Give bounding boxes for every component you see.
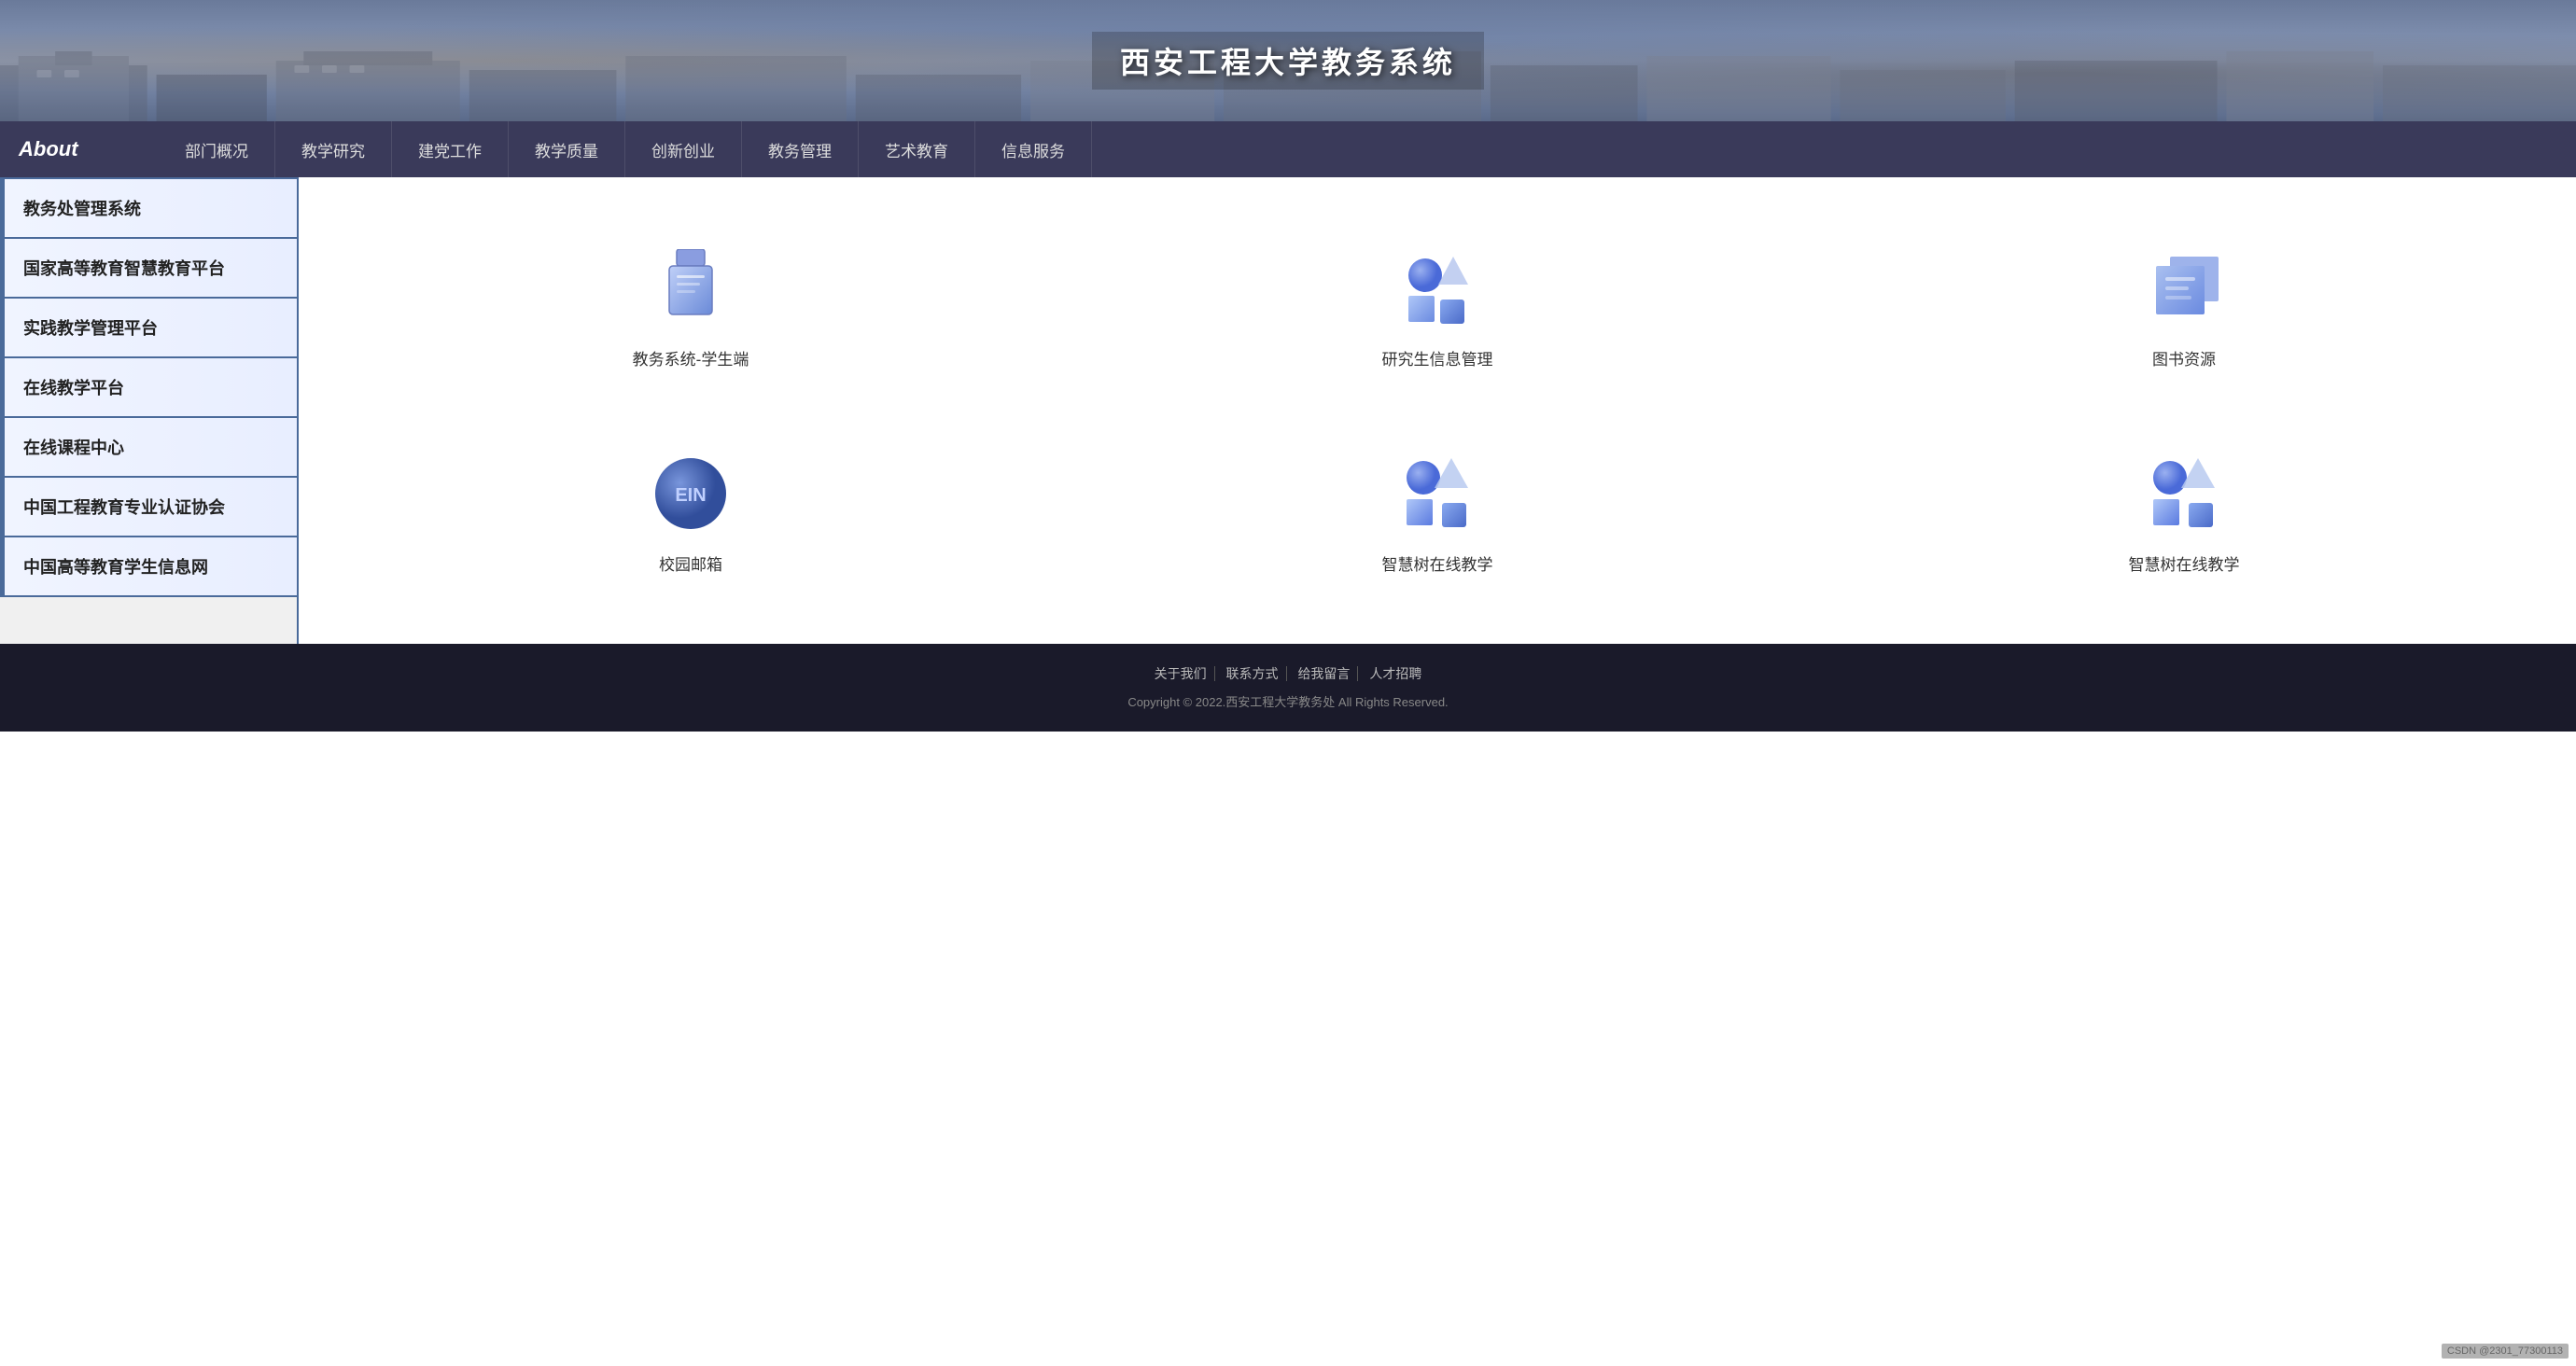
footer-message[interactable]: 给我留言 xyxy=(1290,666,1358,681)
nav-innovation[interactable]: 创新创业 xyxy=(625,121,742,177)
email-icon: EIN xyxy=(644,453,737,537)
nav-art[interactable]: 艺术教育 xyxy=(859,121,975,177)
smart-icon-2 xyxy=(2137,453,2231,537)
portal-graduate-info[interactable]: 研究生信息管理 xyxy=(1064,205,1811,411)
nav-quality[interactable]: 教学质量 xyxy=(509,121,625,177)
main-content: 教务处管理系统 国家高等教育智慧教育平台 实践教学管理平台 在线教学平台 在线课… xyxy=(0,177,2576,644)
academic-icon xyxy=(644,247,737,331)
page-title: 西安工程大学教务系统 xyxy=(1092,32,1484,90)
portal-smart-tree-2-label: 智慧树在线教学 xyxy=(2129,551,2240,575)
portal-academic-label: 教务系统-学生端 xyxy=(633,346,749,369)
footer-contact[interactable]: 联系方式 xyxy=(1219,666,1287,681)
nav-party[interactable]: 建党工作 xyxy=(392,121,509,177)
navbar-links: 部门概况 教学研究 建党工作 教学质量 创新创业 教务管理 艺术教育 信息服务 xyxy=(159,121,2557,177)
about-label: About xyxy=(19,137,131,161)
navbar: About 部门概况 教学研究 建党工作 教学质量 创新创业 教务管理 艺术教育… xyxy=(0,121,2576,177)
portal-smart-tree-1-label: 智慧树在线教学 xyxy=(1382,551,1493,575)
nav-management[interactable]: 教务管理 xyxy=(742,121,859,177)
portal-academic-system[interactable]: 教务系统-学生端 xyxy=(317,205,1064,411)
portal-area: 教务系统-学生端 xyxy=(299,177,2576,644)
portal-email-label: 校园邮箱 xyxy=(659,551,722,575)
nav-teaching[interactable]: 教学研究 xyxy=(275,121,392,177)
graduate-icon xyxy=(1391,247,1484,331)
portal-email[interactable]: EIN 校园邮箱 xyxy=(317,411,1064,616)
sidebar-item-student-info[interactable]: 中国高等教育学生信息网 xyxy=(0,537,297,597)
sidebar-item-national[interactable]: 国家高等教育智慧教育平台 xyxy=(0,239,297,299)
sidebar-item-practice[interactable]: 实践教学管理平台 xyxy=(0,299,297,358)
footer-links: 关于我们 联系方式 给我留言 人才招聘 xyxy=(17,661,2559,687)
sidebar-item-engineering[interactable]: 中国工程教育专业认证协会 xyxy=(0,478,297,537)
portal-graduate-label: 研究生信息管理 xyxy=(1382,346,1493,369)
library-icon xyxy=(2137,247,2231,331)
portal-smart-tree-1[interactable]: 智慧树在线教学 xyxy=(1064,411,1811,616)
footer-about-us[interactable]: 关于我们 xyxy=(1147,666,1215,681)
portal-smart-tree-2[interactable]: 智慧树在线教学 xyxy=(1811,411,2557,616)
sidebar-item-online[interactable]: 在线教学平台 xyxy=(0,358,297,418)
sidebar-item-course[interactable]: 在线课程中心 xyxy=(0,418,297,478)
svg-text:EIN: EIN xyxy=(675,485,706,506)
nav-dept[interactable]: 部门概况 xyxy=(159,121,275,177)
portal-library[interactable]: 图书资源 xyxy=(1811,205,2557,411)
footer-copyright: Copyright © 2022.西安工程大学教务处 All Rights Re… xyxy=(17,690,2559,715)
portal-library-label: 图书资源 xyxy=(2152,346,2216,369)
sidebar-item-admin[interactable]: 教务处管理系统 xyxy=(0,177,297,239)
header-banner: 西安工程大学教务系统 xyxy=(0,0,2576,121)
smart-icon xyxy=(1391,453,1484,537)
footer-recruit[interactable]: 人才招聘 xyxy=(1362,666,1429,681)
watermark: CSDN @2301_77300113 xyxy=(2442,1344,2569,1359)
sidebar: 教务处管理系统 国家高等教育智慧教育平台 实践教学管理平台 在线教学平台 在线课… xyxy=(0,177,299,644)
nav-info[interactable]: 信息服务 xyxy=(975,121,1092,177)
footer: 关于我们 联系方式 给我留言 人才招聘 Copyright © 2022.西安工… xyxy=(0,644,2576,732)
